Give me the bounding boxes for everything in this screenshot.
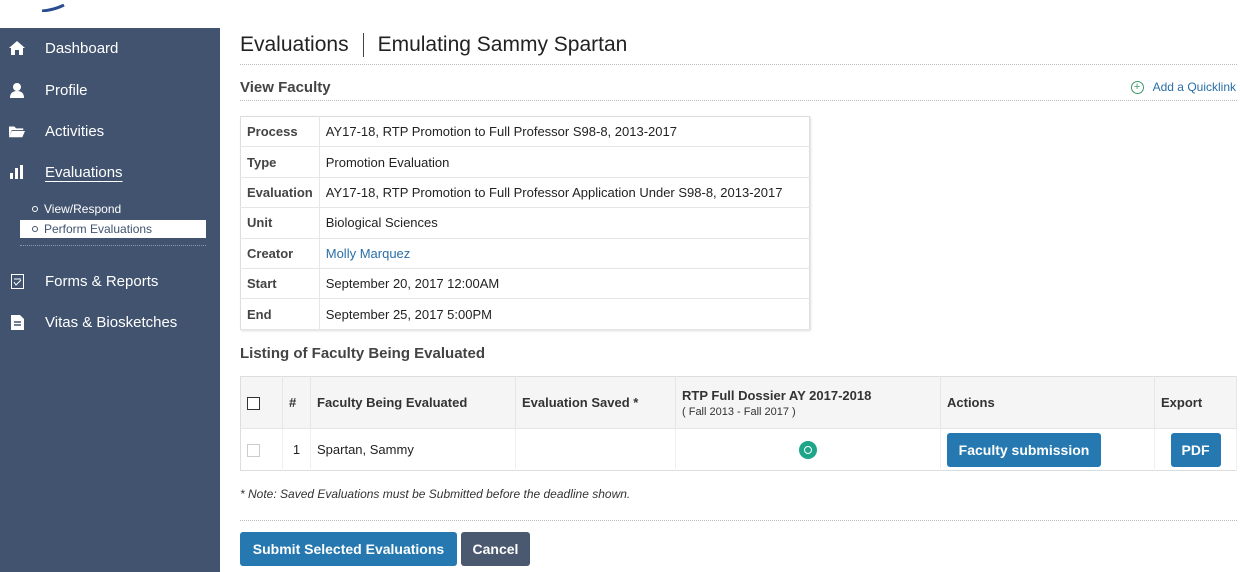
- info-row-evaluation: Evaluation AY17-18, RTP Promotion to Ful…: [240, 177, 810, 209]
- info-row-end: End September 25, 2017 5:00PM: [240, 298, 810, 330]
- document-icon: [9, 314, 25, 330]
- info-row-type: Type Promotion Evaluation: [240, 146, 810, 178]
- sidebar-item-label: Dashboard: [45, 39, 119, 57]
- column-header-dossier: RTP Full Dossier AY 2017-2018 ( Fall 201…: [675, 376, 941, 429]
- person-icon: [9, 82, 25, 98]
- home-icon: [9, 40, 25, 56]
- bar-chart-icon: [9, 164, 25, 180]
- sidebar-item-label: Forms & Reports: [45, 272, 159, 290]
- info-value: September 25, 2017 5:00PM: [319, 298, 810, 330]
- sidebar-item-evaluations[interactable]: Evaluations: [0, 152, 220, 192]
- deadline-note: * Note: Saved Evaluations must be Submit…: [240, 487, 631, 501]
- sidebar-subitem-perform-evaluations[interactable]: Perform Evaluations: [20, 220, 206, 238]
- page-title-text: Evaluations: [240, 33, 349, 56]
- add-quicklink-link[interactable]: + Add a Quicklink: [1130, 80, 1236, 94]
- info-value: Promotion Evaluation: [319, 146, 810, 178]
- sidebar-item-activities[interactable]: Activities: [0, 111, 220, 151]
- info-row-start: Start September 20, 2017 12:00AM: [240, 268, 810, 300]
- info-value: September 20, 2017 12:00AM: [319, 268, 810, 300]
- view-faculty-heading: View Faculty: [240, 79, 331, 96]
- sidebar-item-label: Evaluations: [45, 163, 123, 181]
- info-value: AY17-18, RTP Promotion to Full Professor…: [319, 116, 810, 148]
- row-evaluation-saved: [515, 428, 676, 471]
- info-value: AY17-18, RTP Promotion to Full Professor…: [319, 177, 810, 209]
- section-divider: [240, 100, 1237, 101]
- info-key: Type: [240, 146, 320, 178]
- pdf-export-button[interactable]: PDF: [1170, 432, 1221, 467]
- faculty-info-table: Process AY17-18, RTP Promotion to Full P…: [240, 116, 810, 330]
- select-all-cell: [240, 376, 283, 429]
- table-row: 1 Spartan, Sammy Faculty submission PDF: [240, 428, 1237, 471]
- row-dossier-cell: [675, 428, 941, 471]
- info-row-unit: Unit Biological Sciences: [240, 207, 810, 239]
- info-value: Molly Marquez: [319, 238, 810, 269]
- title-divider: [240, 64, 1237, 65]
- info-value: Biological Sciences: [319, 207, 810, 239]
- column-header-faculty: Faculty Being Evaluated: [310, 376, 516, 429]
- column-header-number: #: [282, 376, 311, 429]
- page-subtitle: Emulating Sammy Spartan: [377, 33, 628, 56]
- sidebar-item-label: Activities: [45, 122, 105, 140]
- sidebar-subitem-label: View/Respond: [44, 202, 122, 216]
- creator-link[interactable]: Molly Marquez: [326, 246, 411, 261]
- select-all-checkbox[interactable]: [247, 397, 260, 411]
- faculty-submission-button[interactable]: Faculty submission: [947, 432, 1101, 467]
- footer-divider: [240, 520, 1237, 521]
- dossier-header-range: ( Fall 2013 - Fall 2017 ): [682, 405, 796, 418]
- sidebar-item-label: Profile: [45, 81, 88, 99]
- bullet-icon: [32, 206, 38, 212]
- sidebar-item-dashboard[interactable]: Dashboard: [0, 28, 220, 68]
- dossier-header-title: RTP Full Dossier AY 2017-2018: [682, 387, 872, 403]
- info-key: End: [240, 298, 320, 330]
- bullet-icon: [32, 226, 38, 232]
- cancel-button[interactable]: Cancel: [461, 532, 530, 566]
- column-header-actions: Actions: [940, 376, 1155, 429]
- logo-icon: [41, 4, 65, 12]
- row-checkbox[interactable]: [247, 444, 260, 458]
- column-header-saved: Evaluation Saved *: [515, 376, 676, 429]
- sidebar: Dashboard Profile Activities Evaluations…: [0, 28, 220, 572]
- info-row-creator: Creator Molly Marquez: [240, 238, 810, 269]
- submit-selected-button[interactable]: Submit Selected Evaluations: [240, 532, 457, 566]
- info-key: Start: [240, 268, 320, 300]
- report-icon: [9, 273, 25, 289]
- page-title: Evaluations Emulating Sammy Spartan: [240, 33, 627, 57]
- info-key: Evaluation: [240, 177, 320, 209]
- info-key: Creator: [240, 238, 320, 269]
- sidebar-divider: [20, 245, 206, 246]
- info-key: Unit: [240, 207, 320, 239]
- table-header-row: # Faculty Being Evaluated Evaluation Sav…: [240, 376, 1237, 429]
- row-select-cell: [240, 428, 283, 471]
- row-actions-cell: Faculty submission: [940, 428, 1155, 471]
- sidebar-item-vitas[interactable]: Vitas & Biosketches: [0, 302, 220, 342]
- plus-circle-icon: +: [1130, 80, 1144, 94]
- column-header-export: Export: [1154, 376, 1237, 429]
- quicklink-label: Add a Quicklink: [1152, 80, 1236, 94]
- sidebar-item-profile[interactable]: Profile: [0, 70, 220, 110]
- sidebar-item-label: Vitas & Biosketches: [45, 313, 178, 331]
- info-row-process: Process AY17-18, RTP Promotion to Full P…: [240, 116, 810, 148]
- top-logo-strip: [0, 0, 220, 28]
- row-export-cell: PDF: [1154, 428, 1237, 471]
- sidebar-subitem-label: Perform Evaluations: [44, 222, 153, 236]
- row-number: 1: [282, 428, 311, 471]
- title-separator: [362, 33, 364, 57]
- folder-icon: [9, 123, 25, 139]
- sidebar-subitem-view-respond[interactable]: View/Respond: [20, 200, 206, 218]
- row-faculty-name: Spartan, Sammy: [310, 428, 516, 471]
- info-key: Process: [240, 116, 320, 148]
- listing-heading: Listing of Faculty Being Evaluated: [240, 345, 486, 362]
- eye-icon[interactable]: [799, 440, 817, 459]
- sidebar-item-forms-reports[interactable]: Forms & Reports: [0, 261, 220, 301]
- faculty-listing-table: # Faculty Being Evaluated Evaluation Sav…: [240, 376, 1237, 471]
